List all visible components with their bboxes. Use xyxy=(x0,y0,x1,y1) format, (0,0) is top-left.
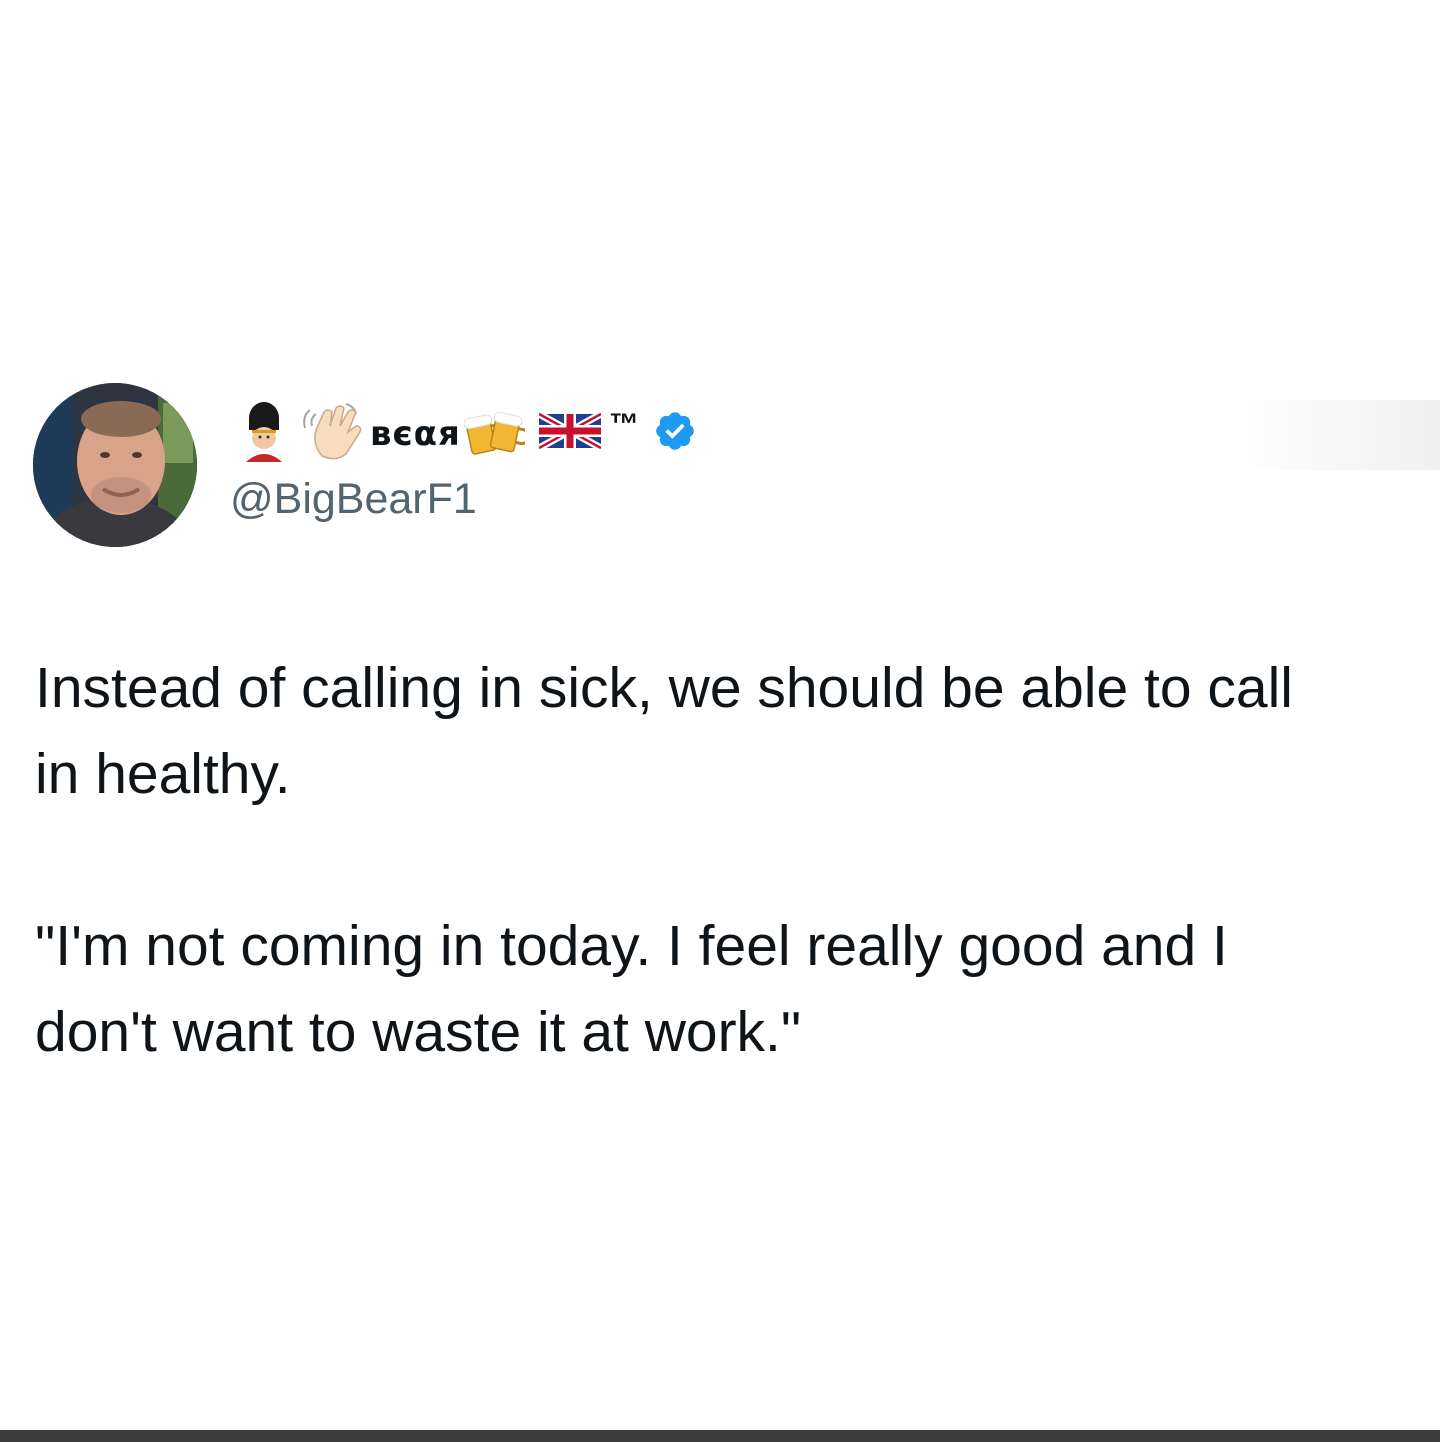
verified-badge-icon[interactable] xyxy=(653,409,697,453)
bottom-border-bar xyxy=(0,1430,1440,1442)
faded-overlay xyxy=(1230,400,1440,470)
uk-flag-icon xyxy=(538,400,601,462)
display-name[interactable]: вєαя xyxy=(370,414,461,454)
guard-emoji-icon xyxy=(240,400,288,462)
avatar[interactable] xyxy=(33,383,197,547)
trademark-suffix: ™ xyxy=(608,408,639,441)
author-name-row[interactable]: вєαя ™ xyxy=(240,398,697,464)
waving-hand-icon xyxy=(302,400,366,462)
beer-mugs-icon xyxy=(463,400,525,462)
tweet-text: Instead of calling in sick, we should be… xyxy=(35,645,1415,1075)
avatar-photo xyxy=(33,383,197,547)
author-handle[interactable]: @BigBearF1 xyxy=(230,475,477,524)
tweet-paragraph-2: "I'm not coming in today. I feel really … xyxy=(35,914,1228,1064)
tweet-paragraph-1: Instead of calling in sick, we should be… xyxy=(35,656,1293,806)
tweet-card: вєαя ™ @BigBearF1 Instead of calling in … xyxy=(0,0,1440,1430)
